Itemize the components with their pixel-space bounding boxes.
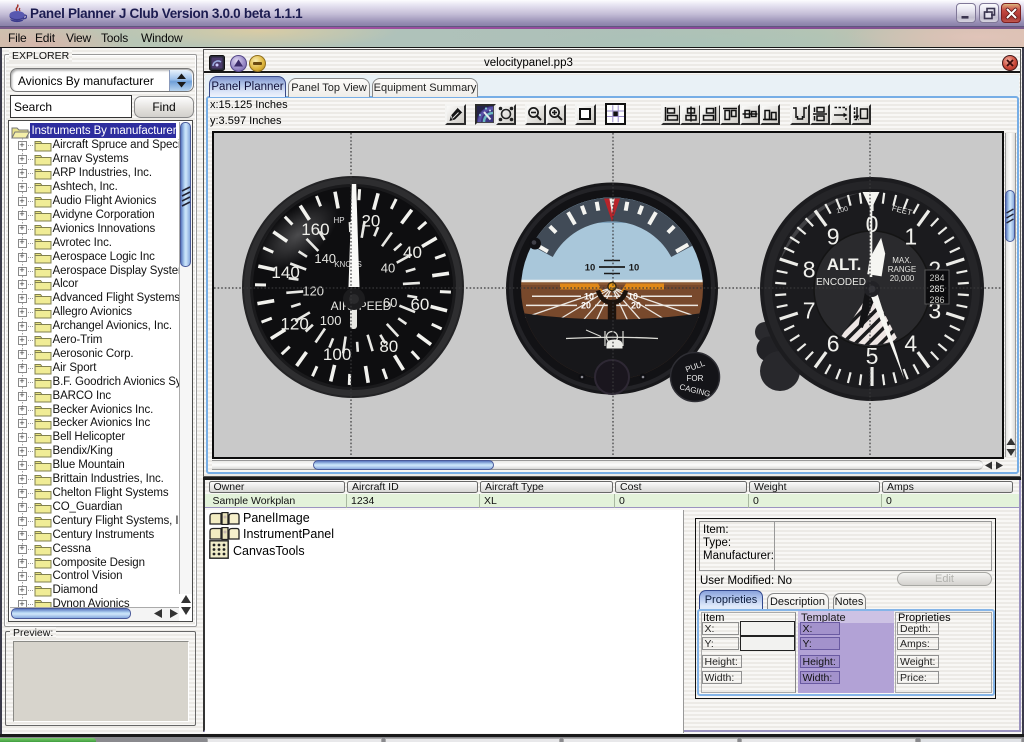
svg-text:1: 1 xyxy=(904,224,917,250)
svg-text:140: 140 xyxy=(314,251,336,266)
svg-text:4: 4 xyxy=(904,330,917,356)
svg-text:160: 160 xyxy=(301,220,329,239)
svg-text:100: 100 xyxy=(320,313,342,328)
svg-text:HP: HP xyxy=(333,216,344,225)
svg-text:10: 10 xyxy=(585,263,596,274)
svg-text:6: 6 xyxy=(827,330,840,356)
svg-text:FOR: FOR xyxy=(687,374,704,383)
svg-text:40: 40 xyxy=(403,243,422,262)
svg-text:5: 5 xyxy=(866,343,879,369)
svg-text:285: 285 xyxy=(929,284,944,294)
svg-text:120: 120 xyxy=(302,284,324,299)
svg-text:20: 20 xyxy=(631,301,641,311)
svg-text:284: 284 xyxy=(929,273,944,283)
svg-text:9: 9 xyxy=(827,224,840,250)
svg-text:40: 40 xyxy=(381,261,395,276)
svg-text:10: 10 xyxy=(629,263,640,274)
svg-text:MAX.: MAX. xyxy=(892,256,912,265)
svg-text:100: 100 xyxy=(323,345,351,364)
svg-text:8: 8 xyxy=(803,257,816,283)
svg-text:286: 286 xyxy=(929,295,944,305)
svg-text:20: 20 xyxy=(581,301,591,311)
svg-text:ALT.: ALT. xyxy=(827,255,862,274)
svg-text:RANGE: RANGE xyxy=(888,265,916,274)
svg-text:120: 120 xyxy=(280,315,308,334)
svg-text:7: 7 xyxy=(803,297,816,323)
svg-text:20,000: 20,000 xyxy=(890,274,915,283)
svg-text:ENCODED: ENCODED xyxy=(816,277,866,288)
